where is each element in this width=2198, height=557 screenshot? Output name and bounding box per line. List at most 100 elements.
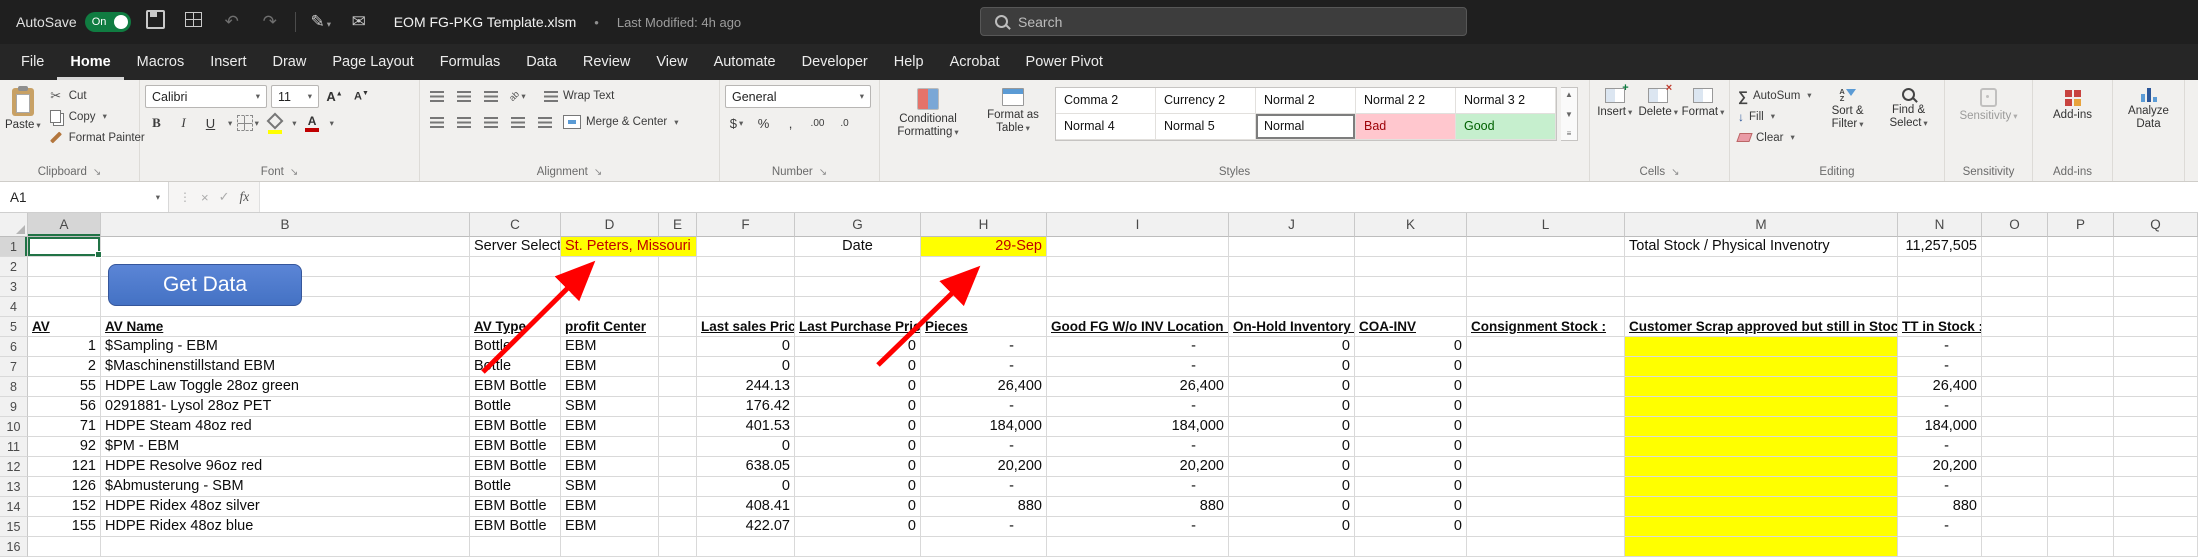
cell[interactable]: 0 [1355,357,1467,377]
menu-tab-acrobat[interactable]: Acrobat [937,44,1013,80]
cell[interactable] [28,537,101,557]
cell[interactable] [2114,417,2198,437]
cell[interactable] [1047,257,1229,277]
cell[interactable] [659,437,697,457]
cell[interactable]: 0 [1355,457,1467,477]
cell[interactable]: EBM Bottle [470,437,561,457]
increase-font-button[interactable]: A▲ [323,86,346,108]
cell[interactable] [1047,237,1229,257]
cell[interactable]: EBM [561,437,659,457]
cell[interactable]: $PM - EBM [101,437,470,457]
cell[interactable] [659,417,697,437]
cell[interactable] [1898,277,1982,297]
date-label-cell[interactable]: Date [795,237,921,257]
cell[interactable] [2114,477,2198,497]
cell[interactable] [28,257,101,277]
cell[interactable]: Last Purchase Price [795,317,921,337]
cell[interactable] [659,317,697,337]
cell[interactable] [561,277,659,297]
cell[interactable]: AV [28,317,101,337]
delete-cells-button[interactable]: × Delete▾ [1638,85,1678,119]
cell[interactable] [1625,297,1898,317]
cell[interactable] [101,237,470,257]
cell[interactable]: - [1047,477,1229,497]
cell[interactable]: 92 [28,437,101,457]
column-header-M[interactable]: M [1625,213,1898,237]
cell[interactable] [697,277,795,297]
cell[interactable] [1467,517,1625,537]
cells-dialog-launcher[interactable]: ↘ [1671,167,1679,178]
paste-button[interactable]: Paste▾ [5,85,41,132]
cell[interactable] [101,537,470,557]
cell[interactable]: 176.42 [697,397,795,417]
column-header-C[interactable]: C [470,213,561,237]
row-header-11[interactable]: 11 [0,437,28,457]
column-header-B[interactable]: B [101,213,470,237]
cell[interactable]: HDPE Steam 48oz red [101,417,470,437]
cell[interactable] [1982,377,2048,397]
cell[interactable] [2048,417,2114,437]
cell[interactable]: 0 [795,477,921,497]
borders-button[interactable]: ▾ [236,112,259,134]
cell[interactable] [1898,297,1982,317]
cell[interactable]: 0 [697,437,795,457]
decrease-indent-button[interactable] [506,111,529,133]
cell[interactable] [1355,277,1467,297]
cell[interactable] [2114,437,2198,457]
style-comma-2[interactable]: Comma 2 [1056,88,1156,114]
cell[interactable]: - [1047,397,1229,417]
workbook-button[interactable] [181,12,207,32]
cell[interactable] [1982,297,2048,317]
scrap-highlight-cell[interactable] [1625,337,1898,357]
cell[interactable]: 0 [1229,477,1355,497]
column-header-H[interactable]: H [921,213,1047,237]
cell[interactable]: 0 [697,337,795,357]
cell[interactable]: 155 [28,517,101,537]
style-currency-2[interactable]: Currency 2 [1156,88,1256,114]
row-header-7[interactable]: 7 [0,357,28,377]
cell[interactable]: - [1898,477,1982,497]
cell[interactable]: 71 [28,417,101,437]
cell[interactable]: Bottle [470,357,561,377]
conditional-formatting-button[interactable]: Conditional Formatting▾ [885,85,971,139]
cell[interactable]: profit Center [561,317,659,337]
style-normal-2-2[interactable]: Normal 2 2 [1356,88,1456,114]
cell[interactable]: Bottle [470,337,561,357]
decrease-decimal-button[interactable]: .0 [833,112,856,134]
cell[interactable]: $Sampling - EBM [101,337,470,357]
search-input[interactable]: Search [980,7,1467,36]
cell[interactable]: 638.05 [697,457,795,477]
cell[interactable] [1467,257,1625,277]
cell[interactable]: EBM [561,517,659,537]
cell[interactable]: 0 [1355,517,1467,537]
cell[interactable]: Last sales Price [697,317,795,337]
menu-tab-draw[interactable]: Draw [259,44,319,80]
row-header-2[interactable]: 2 [0,257,28,277]
cell[interactable]: 2 [28,357,101,377]
font-size-select[interactable]: 11▾ [271,85,319,108]
row-header-9[interactable]: 9 [0,397,28,417]
cell[interactable]: - [1898,337,1982,357]
cell[interactable] [470,277,561,297]
addins-button[interactable]: Add-ins [2042,85,2104,122]
cell[interactable]: 0291881- Lysol 28oz PET [101,397,470,417]
column-header-J[interactable]: J [1229,213,1355,237]
clipboard-dialog-launcher[interactable]: ↘ [93,167,101,178]
cell[interactable]: 184,000 [921,417,1047,437]
cell[interactable] [2048,357,2114,377]
cell[interactable] [1982,477,2048,497]
row-header-13[interactable]: 13 [0,477,28,497]
alignment-dialog-launcher[interactable]: ↘ [594,167,602,178]
enter-icon[interactable]: ✓ [219,189,230,205]
cell[interactable]: 401.53 [697,417,795,437]
cell[interactable] [2114,297,2198,317]
cell[interactable] [2114,237,2198,257]
align-bottom-button[interactable] [479,85,502,107]
align-middle-button[interactable] [452,85,475,107]
align-top-button[interactable] [425,85,448,107]
cell[interactable] [1467,457,1625,477]
cell[interactable] [1355,297,1467,317]
cell[interactable] [1047,537,1229,557]
row-header-16[interactable]: 16 [0,537,28,557]
name-box[interactable]: A1 ▾ [0,182,169,212]
